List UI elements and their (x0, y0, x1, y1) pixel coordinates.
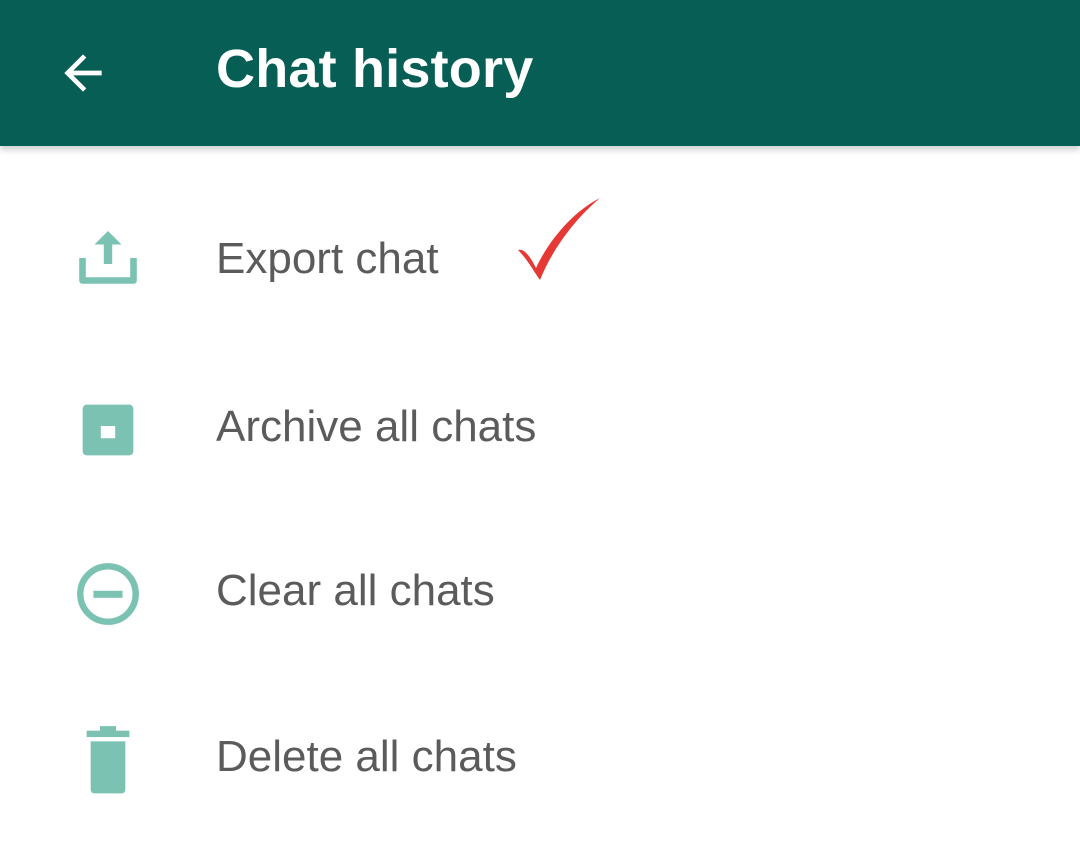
top-app-bar: Chat history (0, 0, 1080, 146)
trash-icon (68, 720, 148, 800)
delete-all-chats-item[interactable]: Delete all chats (0, 678, 1080, 846)
back-button[interactable] (40, 30, 126, 116)
settings-list: Export chat Archive all chats Clear all … (0, 146, 1080, 846)
archive-box-icon (68, 390, 148, 470)
export-chat-label: Export chat (216, 234, 439, 283)
app-window: Chat history Export chat Archive all cha… (0, 0, 1080, 864)
minus-circle-icon (68, 554, 148, 634)
archive-all-chats-item[interactable]: Archive all chats (0, 342, 1080, 510)
export-upload-icon (68, 218, 148, 298)
clear-all-chats-label: Clear all chats (216, 566, 495, 615)
export-chat-item[interactable]: Export chat (0, 146, 1080, 342)
archive-all-chats-label: Archive all chats (216, 402, 537, 451)
delete-all-chats-label: Delete all chats (216, 732, 517, 781)
page-title: Chat history (216, 39, 534, 99)
arrow-left-icon (64, 54, 102, 92)
clear-all-chats-item[interactable]: Clear all chats (0, 510, 1080, 678)
red-checkmark-icon (518, 198, 600, 280)
